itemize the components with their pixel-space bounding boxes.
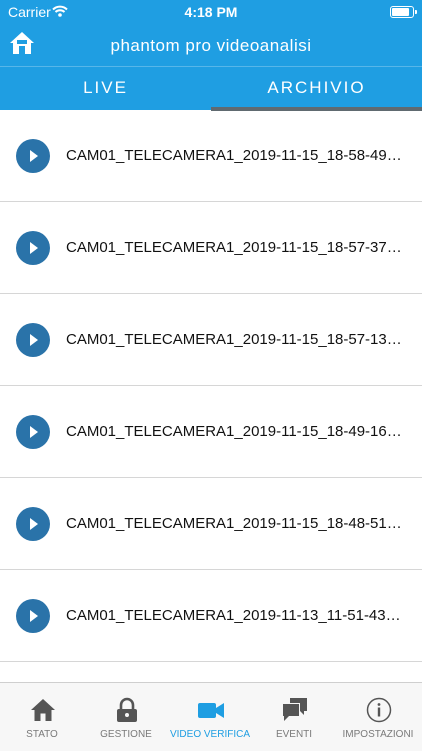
tab-live[interactable]: LIVE: [0, 67, 211, 111]
list-item[interactable]: CAM01_TELECAMERA1_2019-11-15_18-57-37_..…: [0, 202, 422, 294]
recording-name: CAM01_TELECAMERA1_2019-11-15_18-58-49_..…: [66, 147, 406, 164]
status-time: 4:18 PM: [184, 4, 238, 20]
recording-name: CAM01_TELECAMERA1_2019-11-15_18-57-13_..…: [66, 331, 406, 348]
status-bar: Carrier 4:18 PM: [0, 0, 422, 24]
play-button[interactable]: [16, 415, 50, 449]
app-header: Carrier 4:18 PM phantom pro videoanalisi…: [0, 0, 422, 111]
play-icon: [30, 334, 38, 346]
play-icon: [30, 150, 38, 162]
tabbar-item-eventi[interactable]: EVENTI: [252, 683, 336, 751]
tabbar-item-video-verifica[interactable]: VIDEO VERIFICA: [168, 683, 252, 751]
tabbar-label: VIDEO VERIFICA: [169, 729, 250, 740]
segment-tabs: LIVE ARCHIVIO: [0, 66, 422, 111]
tabbar-label: IMPOSTAZIONI: [342, 729, 414, 740]
recording-name: CAM01_TELECAMERA1_2019-11-15_18-57-37_..…: [66, 239, 406, 256]
video-camera-icon: [198, 703, 224, 718]
play-button[interactable]: [16, 139, 50, 173]
app-title: phantom pro videoanalisi: [110, 36, 312, 55]
list-item[interactable]: CAM01_TELECAMERA1_2019-11-15_18-57-13_..…: [0, 294, 422, 386]
play-icon: [30, 242, 38, 254]
info-icon: [366, 697, 392, 723]
tabbar-item-impostazioni[interactable]: IMPOSTAZIONI: [336, 683, 420, 751]
bottom-tab-bar: STATO GESTIONE VIDEO VERIFICA EVENTI IMP…: [0, 682, 422, 751]
tabbar-label: GESTIONE: [100, 729, 152, 740]
tabbar-label: STATO: [26, 729, 58, 740]
play-button[interactable]: [16, 599, 50, 633]
recording-name: CAM01_TELECAMERA1_2019-11-15_18-49-16_..…: [66, 423, 406, 440]
recordings-list: CAM01_TELECAMERA1_2019-11-15_18-58-49_..…: [0, 110, 422, 682]
list-item[interactable]: CAM01_TELECAMERA1_2019-11-15_18-48-51_..…: [0, 478, 422, 570]
tab-archivio[interactable]: ARCHIVIO: [211, 67, 422, 111]
lock-icon: [117, 697, 137, 722]
play-button[interactable]: [16, 507, 50, 541]
play-icon: [30, 518, 38, 530]
tabbar-item-gestione[interactable]: GESTIONE: [84, 683, 168, 751]
nav-bar: phantom pro videoanalisi: [0, 26, 422, 64]
play-icon: [30, 426, 38, 438]
battery-icon: [390, 6, 417, 18]
tabbar-item-stato[interactable]: STATO: [0, 683, 84, 751]
chat-bubbles-icon: [283, 698, 307, 721]
list-item[interactable]: CAM01_TELECAMERA1_2019-11-15_18-49-16_..…: [0, 386, 422, 478]
tabbar-label: EVENTI: [275, 729, 313, 740]
recording-name: CAM01_TELECAMERA1_2019-11-15_18-48-51_..…: [66, 515, 406, 532]
home-icon: [31, 699, 55, 721]
list-item[interactable]: CAM01_TELECAMERA1_2019-11-13_11-51-43_..…: [0, 570, 422, 662]
recording-name: CAM01_TELECAMERA1_2019-11-13_11-51-43_..…: [66, 607, 406, 624]
list-item[interactable]: CAM01_TELECAMERA1_2019-11-15_18-58-49_..…: [0, 110, 422, 202]
play-button[interactable]: [16, 323, 50, 357]
play-button[interactable]: [16, 231, 50, 265]
play-icon: [30, 610, 38, 622]
